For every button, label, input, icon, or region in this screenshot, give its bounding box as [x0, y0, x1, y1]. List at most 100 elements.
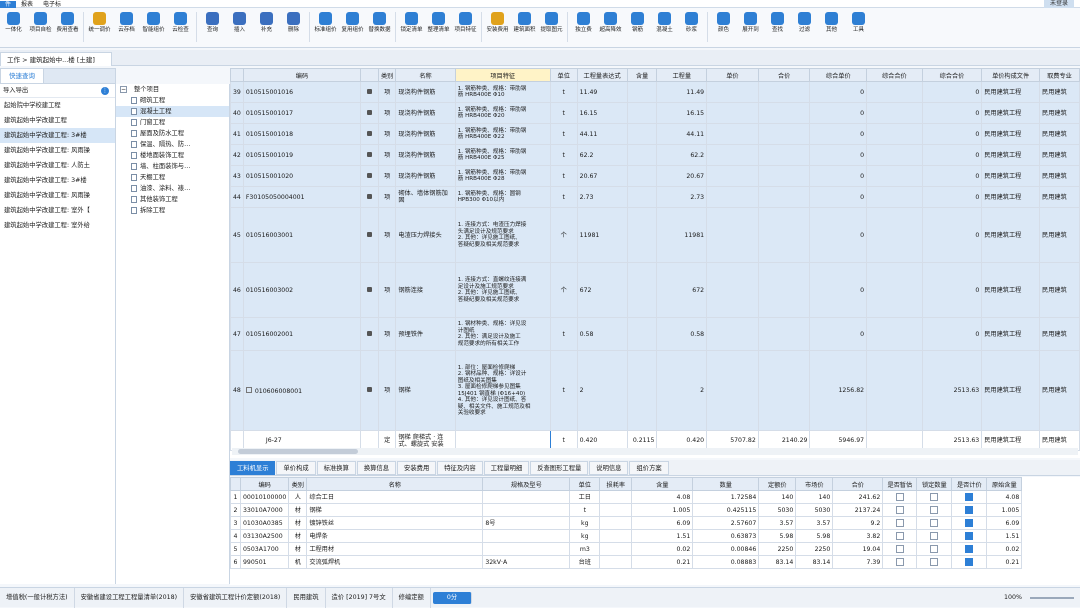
cell[interactable]: 010515001016 [242, 81, 362, 103]
cell[interactable]: 8号 [482, 516, 571, 530]
division-tree-item[interactable]: 油漆、涂料、裱… [116, 183, 229, 194]
cell[interactable]: 39 [230, 81, 244, 103]
cell[interactable]: 民用建筑 [1039, 102, 1080, 124]
bill-item-row[interactable]: 42 010515001019 项现浇构件钢筋 1. 钢筋种类、规格：带肋钢 筋 HR… [230, 144, 1080, 166]
cell[interactable]: 6 [230, 555, 241, 569]
cell[interactable]: 民用建筑 [1039, 350, 1080, 431]
tab-quick-query[interactable]: 快速查询 [1, 69, 44, 83]
cell[interactable] [916, 516, 953, 530]
toolbar-button-install-fee[interactable]: 安装费用 [484, 8, 511, 46]
cell[interactable]: 民用建筑工程 [981, 186, 1041, 208]
cell[interactable]: 11981 [576, 207, 628, 263]
checkbox[interactable] [895, 519, 904, 527]
cell[interactable]: 0 [921, 165, 983, 187]
column-header[interactable]: 规格及型号 [482, 477, 571, 491]
cell[interactable]: 项 [377, 144, 397, 166]
cell[interactable] [882, 516, 918, 530]
cell[interactable]: 项 [377, 186, 397, 208]
cell[interactable] [626, 186, 658, 208]
cell[interactable]: 62.2 [656, 144, 708, 166]
column-header[interactable]: 单价构成文件 [981, 68, 1041, 82]
toolbar-button-more[interactable]: 其他 [818, 8, 845, 46]
cell[interactable]: 1. 钢材种类、规格：详见设 计图纸 2. 其他：满足设计及施工 规范要求的所有… [454, 317, 551, 351]
cell[interactable]: t [549, 144, 578, 166]
cell[interactable] [626, 144, 658, 166]
cell[interactable]: 1256.82 [809, 350, 868, 431]
cell[interactable]: 民用建筑 [1039, 207, 1080, 263]
cell[interactable]: 预埋铁件 [395, 317, 456, 351]
cell[interactable]: 1 [230, 490, 241, 504]
cell[interactable]: t [569, 503, 601, 517]
cell[interactable]: 20.67 [576, 165, 628, 187]
column-header[interactable]: 工程量表达式 [576, 68, 628, 82]
cell[interactable]: 4.08 [631, 490, 694, 504]
cell[interactable]: 现浇构件钢筋 [395, 81, 456, 103]
tree-root[interactable]: − 整个项目 [116, 84, 229, 95]
cell[interactable]: 工程用材 [306, 542, 484, 556]
cell[interactable]: 电焊条 [306, 529, 484, 543]
cell[interactable] [757, 262, 811, 318]
cell[interactable]: 民用建筑工程 [981, 123, 1041, 145]
project-tree-item[interactable]: 建筑起始中学改建工程: 室外【 [0, 203, 115, 218]
cell[interactable] [482, 490, 571, 504]
cell[interactable]: 62.2 [576, 144, 628, 166]
column-header[interactable]: 名称 [306, 477, 484, 491]
cell[interactable]: 01030A0385 [239, 516, 290, 530]
cell[interactable] [866, 207, 923, 263]
cell[interactable]: 44.11 [656, 123, 708, 145]
cell[interactable]: 民用建筑 [1039, 81, 1080, 103]
cell[interactable] [360, 350, 379, 431]
column-header[interactable]: 含量 [631, 477, 694, 491]
cell[interactable]: 现浇构件钢筋 [395, 102, 456, 124]
bill-item-row[interactable]: 44 F30105050004001 项砌体、墙体钢筋加固 1. 钢筋种类、规格：圆钢… [230, 186, 1080, 208]
toolbar-button-adjust-price[interactable]: 统一调价 [86, 8, 113, 46]
cell[interactable]: 民用建筑 [1039, 123, 1080, 145]
cell[interactable] [757, 207, 811, 263]
cell[interactable]: 0 [809, 186, 868, 208]
division-tree-item[interactable]: 保温、隔热、防… [116, 139, 229, 150]
cell[interactable]: 1. 连接方式：直螺纹连接满 足设计及施工规范要求 2. 其他：详见施工图纸、 … [454, 262, 551, 318]
zoom-slider[interactable] [1030, 597, 1074, 599]
cell[interactable]: 20.67 [656, 165, 708, 187]
detail-tab-1[interactable]: 单价构成 [276, 461, 316, 475]
import-export-menu[interactable]: 导入导出 [3, 87, 28, 94]
cell[interactable]: 项 [377, 350, 397, 431]
cell[interactable]: 2137.24 [832, 503, 884, 517]
cell[interactable]: 672 [656, 262, 708, 318]
cell[interactable]: 48 [230, 350, 244, 431]
column-header[interactable]: 含量 [626, 68, 658, 82]
cell[interactable] [757, 165, 811, 187]
cell[interactable] [866, 144, 923, 166]
cell[interactable] [360, 317, 379, 351]
cell[interactable]: 0 [809, 123, 868, 145]
bill-item-row[interactable]: 43 010515001020 项现浇构件钢筋 1. 钢筋种类、规格：带肋钢 筋 HR… [230, 165, 1080, 187]
score-badge[interactable]: 0分 [432, 592, 473, 604]
cell[interactable]: t [549, 317, 578, 351]
column-header[interactable]: 锁定数量 [916, 477, 953, 491]
toolbar-button-area[interactable]: 建筑面积 [511, 8, 538, 46]
cell[interactable]: 钢梯 [306, 503, 484, 517]
bill-item-row[interactable]: 45 010516003001 项电渣压力焊接头 1. 连接方式：电渣压力焊接 头满足… [230, 207, 1080, 263]
cell[interactable] [599, 555, 633, 569]
toolbar-button-standard-price[interactable]: 标准组价 [312, 8, 339, 46]
project-tree-item[interactable]: 建筑起始中学改建工程 [0, 113, 115, 128]
cell[interactable] [951, 529, 988, 543]
toolbar-button-rebar[interactable]: 钢筋 [624, 8, 651, 46]
cell[interactable]: 民用建筑 [1039, 262, 1080, 318]
doc-tab-project[interactable]: 工作 > 建筑起始中...楼 [土建] [0, 52, 112, 66]
resource-row[interactable]: 2 33010A7000 材钢梯 t 1.005 0.425115 5030 5030 2137… [230, 503, 1023, 517]
cell[interactable]: 2250 [758, 542, 797, 556]
cell[interactable]: kg [569, 529, 601, 543]
checkbox[interactable] [895, 558, 904, 566]
cell[interactable]: 010515001020 [242, 165, 362, 187]
cell[interactable]: 0 [921, 81, 983, 103]
toolbar-button-filter[interactable]: 过滤 [791, 8, 818, 46]
cell[interactable]: 43 [230, 165, 244, 187]
cell[interactable]: 47 [230, 317, 244, 351]
cell[interactable]: 46 [230, 262, 244, 318]
cell[interactable]: 0 [809, 165, 868, 187]
cell[interactable]: t [549, 350, 578, 431]
cell[interactable]: 0 [921, 207, 983, 263]
cell[interactable] [360, 81, 379, 103]
cell[interactable]: 0.08883 [692, 555, 760, 569]
